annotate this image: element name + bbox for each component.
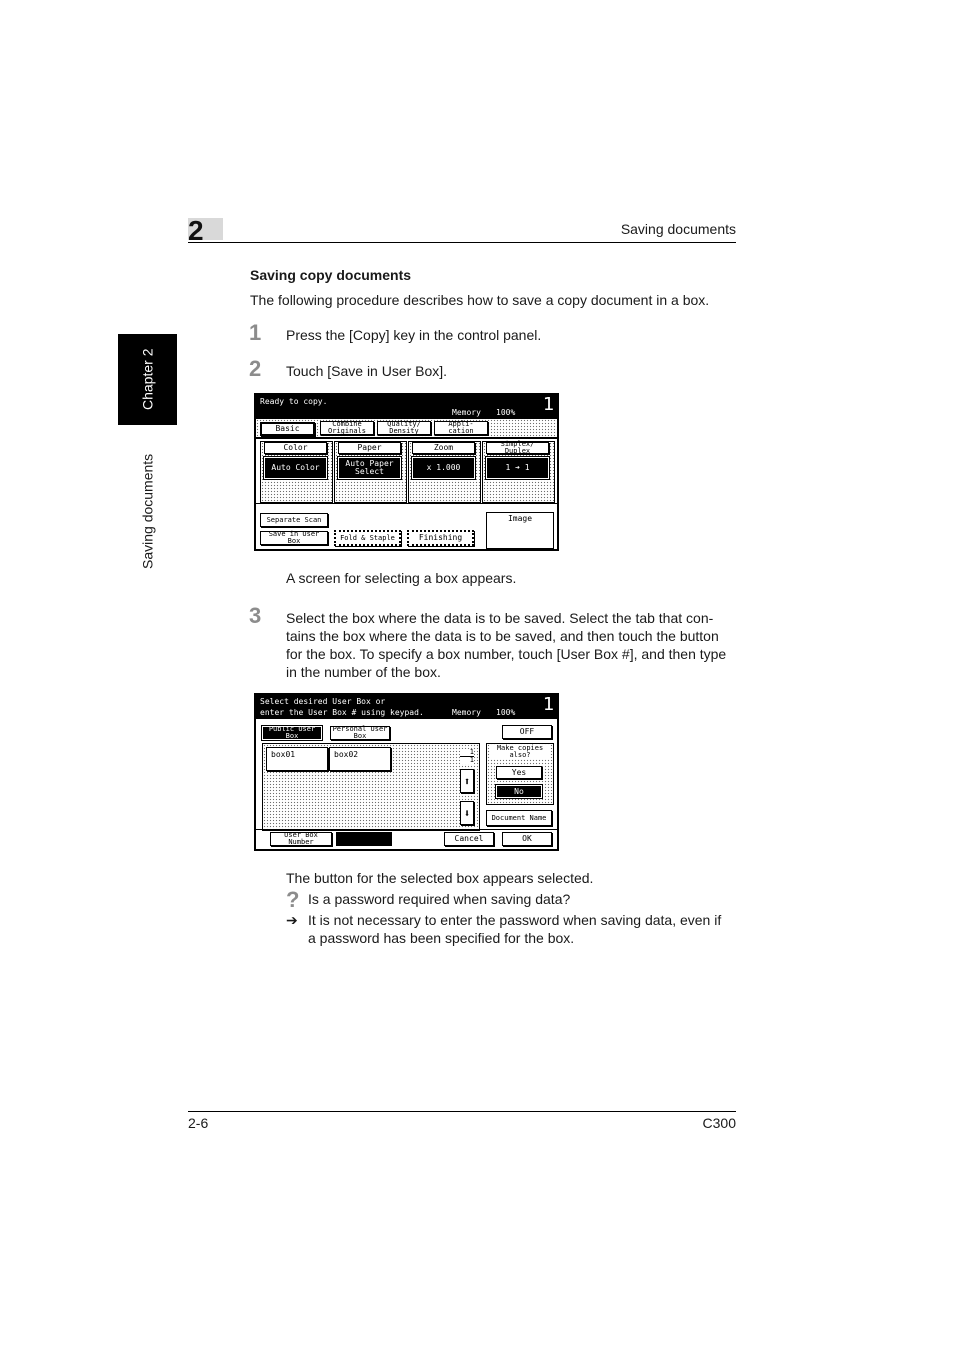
- make-copies-label: Make copies also?: [490, 745, 550, 759]
- caption: A screen for selecting a box appears.: [286, 570, 517, 586]
- answer-line: a password has been specified for the bo…: [308, 930, 575, 946]
- question-text: Is a password required when saving data?: [308, 891, 571, 907]
- intro-paragraph: The following procedure describes how to…: [250, 292, 710, 308]
- model-name: C300: [702, 1115, 736, 1131]
- yes-button[interactable]: Yes: [496, 766, 542, 779]
- zoom-button[interactable]: Zoom: [412, 442, 475, 454]
- auto-paper-select-button[interactable]: Auto Paper Select: [337, 456, 402, 480]
- tab-underline: [256, 437, 557, 439]
- step-text: Touch [Save in User Box].: [286, 363, 448, 379]
- answer-arrow-icon: ➔: [286, 912, 298, 928]
- user-box-number-button[interactable]: User Box Number: [270, 832, 332, 846]
- step-number: 3: [249, 603, 262, 628]
- cancel-button[interactable]: Cancel: [444, 832, 494, 846]
- copy-screen: Ready to copy. Memory 100% 1 Basic Combi…: [254, 393, 559, 551]
- running-header-title: Saving documents: [620, 221, 736, 237]
- step-number: 1: [249, 320, 262, 345]
- auto-color-button[interactable]: Auto Color: [263, 456, 328, 480]
- divider: [256, 503, 557, 504]
- box-button-box01[interactable]: box01: [266, 747, 328, 771]
- status-bar: Ready to copy. Memory 100% 1: [256, 395, 557, 419]
- user-box-number-field[interactable]: [336, 832, 392, 846]
- tab-quality-density[interactable]: Quality/ Density: [377, 421, 431, 435]
- copy-count: 1: [543, 394, 555, 415]
- side-tab-section: Saving documents: [139, 453, 156, 569]
- step-text-line: tains the box where the data is to be sa…: [286, 628, 719, 644]
- user-box-screen: Select desired User Box or enter the Use…: [254, 693, 559, 851]
- caption: The button for the selected box appears …: [286, 870, 594, 886]
- scroll-down-button[interactable]: ⬇: [460, 801, 474, 825]
- simplex-duplex-button[interactable]: Simplex/ Duplex: [486, 441, 549, 455]
- arrow-down-icon: ⬇: [463, 806, 471, 820]
- ok-button[interactable]: OK: [502, 832, 552, 846]
- page-number: 2-6: [188, 1115, 209, 1131]
- divider: [256, 829, 557, 830]
- page-indicator: 1 1: [460, 749, 474, 764]
- tab-combine-originals[interactable]: Combine Originals: [320, 421, 374, 435]
- status-message: Ready to copy.: [260, 397, 328, 406]
- page-current: 1: [469, 748, 474, 756]
- fold-staple-button[interactable]: Fold & Staple: [334, 530, 401, 546]
- answer-line: It is not necessary to enter the passwor…: [308, 912, 722, 928]
- tab-public-user-box[interactable]: Public User Box: [261, 725, 323, 741]
- section-heading: Saving copy documents: [250, 267, 412, 283]
- status-line-2: enter the User Box # using keypad.: [260, 708, 424, 717]
- tab-personal-user-box[interactable]: Personal User Box: [330, 726, 390, 740]
- step-text-line: in the number of the box.: [286, 664, 441, 680]
- footer-rule: [188, 1111, 736, 1112]
- tab-application[interactable]: Appli- cation: [434, 421, 488, 435]
- scroll-up-button[interactable]: ⬆: [460, 769, 474, 793]
- status-bar: Select desired User Box or enter the Use…: [256, 695, 557, 719]
- box-button-box02[interactable]: box02: [329, 747, 391, 771]
- copy-count: 1: [543, 694, 555, 715]
- off-button[interactable]: OFF: [502, 725, 552, 739]
- memory-value: 100%: [496, 408, 516, 417]
- image-preview: Image: [486, 512, 554, 549]
- side-tab-chapter: Chapter 2: [139, 348, 156, 411]
- memory-label: Memory: [452, 708, 481, 717]
- step-text: Select the box where the data is to be s…: [286, 609, 736, 681]
- save-in-user-box-button[interactable]: Save in User Box: [260, 531, 328, 545]
- answer-text: It is not necessary to enter the passwor…: [308, 911, 738, 947]
- document-name-button[interactable]: Document Name: [486, 810, 552, 826]
- status-line-1: Select desired User Box or: [260, 697, 386, 706]
- color-button[interactable]: Color: [264, 442, 327, 454]
- image-label: Image: [507, 514, 533, 523]
- step-text: Press the [Copy] key in the control pane…: [286, 327, 542, 343]
- paper-button[interactable]: Paper: [338, 442, 401, 454]
- finishing-button[interactable]: Finishing: [407, 530, 474, 546]
- tab-basic[interactable]: Basic: [260, 422, 315, 436]
- no-button[interactable]: No: [495, 784, 543, 799]
- header-rule: [188, 242, 736, 243]
- zoom-value-button[interactable]: x 1.000: [411, 456, 476, 480]
- memory-label: Memory: [452, 408, 481, 417]
- step-text-line: for the box. To specify a box number, to…: [286, 646, 727, 662]
- question-icon: ?: [286, 887, 300, 912]
- step-number: 2: [249, 356, 262, 381]
- separate-scan-button[interactable]: Separate Scan: [260, 513, 328, 527]
- arrow-up-icon: ⬆: [463, 774, 471, 788]
- page-total: 1: [460, 756, 474, 764]
- memory-value: 100%: [496, 708, 516, 717]
- simplex-duplex-value-button[interactable]: 1 ➔ 1: [485, 456, 550, 480]
- step-text-line: Select the box where the data is to be s…: [286, 610, 714, 626]
